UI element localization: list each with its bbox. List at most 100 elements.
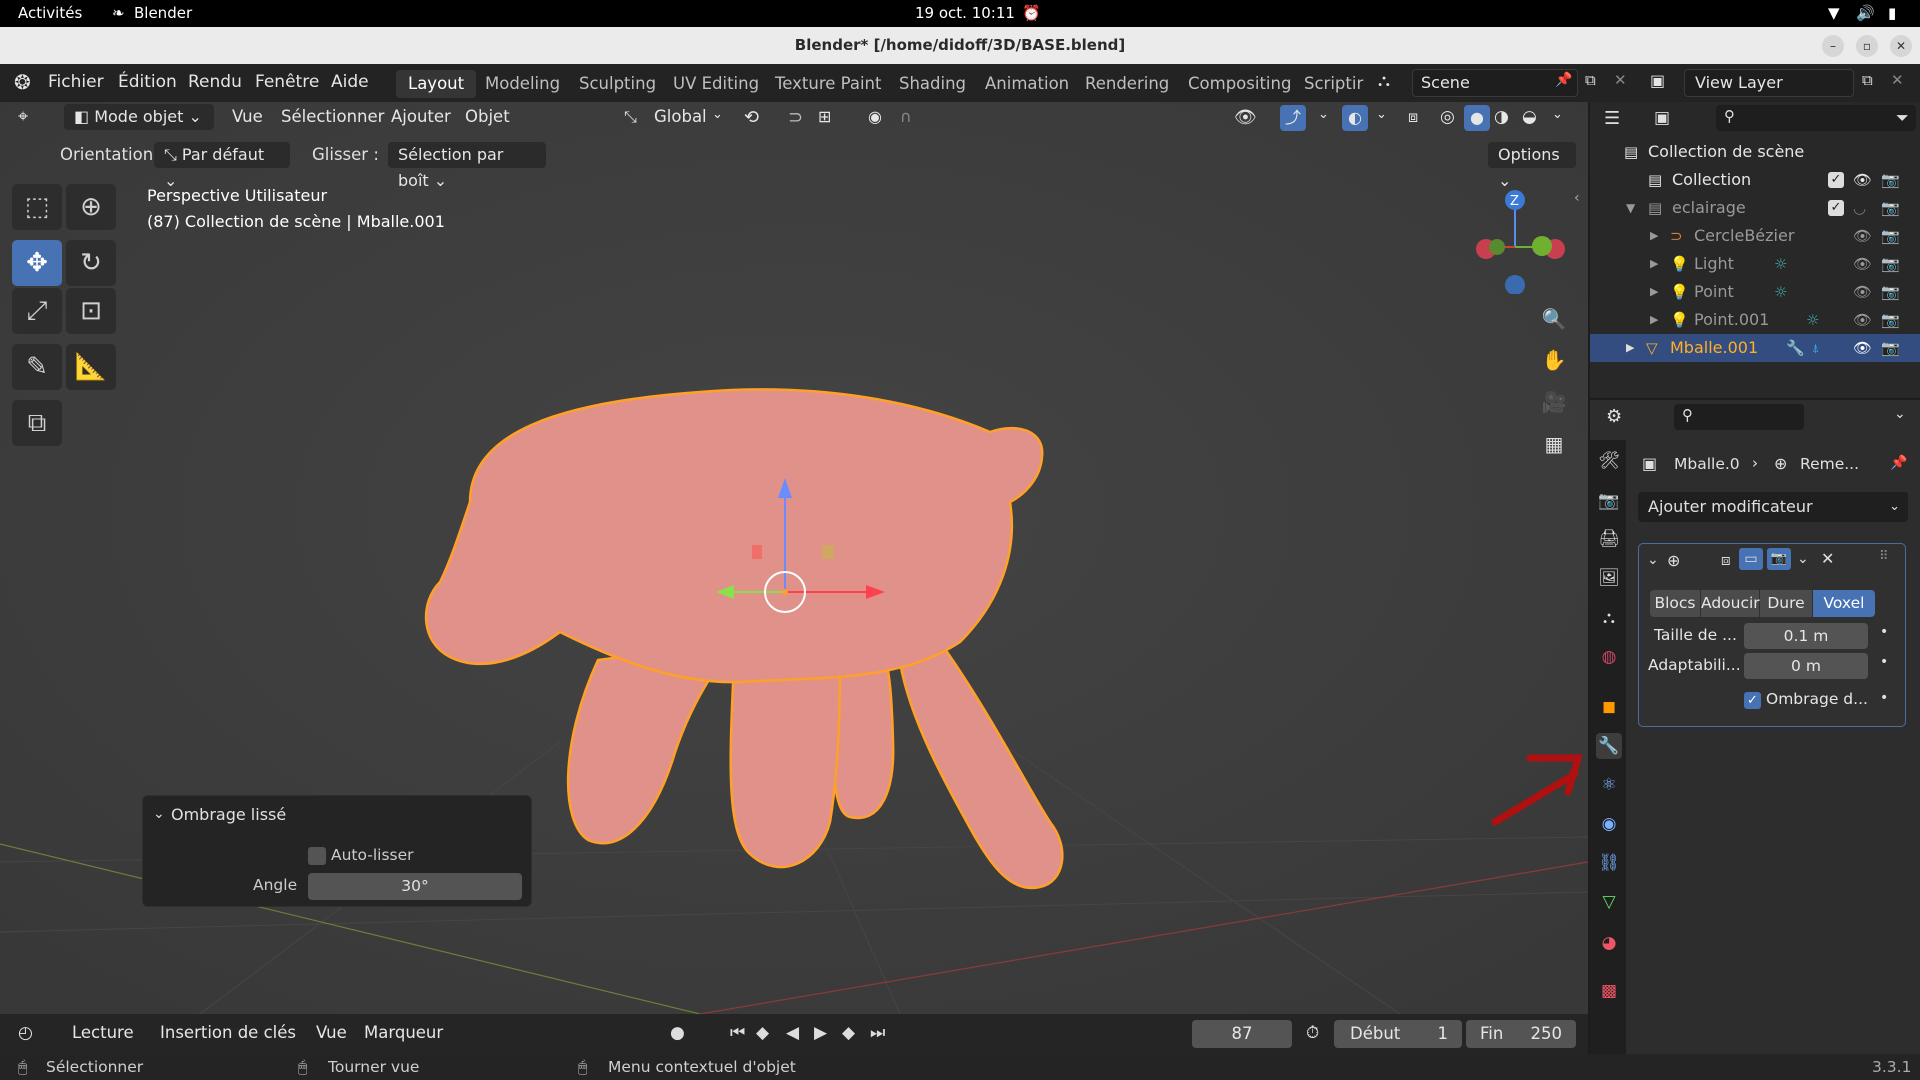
- pin-icon[interactable]: 📌: [1555, 72, 1572, 88]
- current-frame-field[interactable]: 87: [1192, 1020, 1292, 1048]
- outliner-row-point[interactable]: ▶ 💡 Point ☼ 👁 📷: [1590, 278, 1920, 306]
- tab-scripting[interactable]: Scriptir: [1292, 70, 1375, 98]
- gizmo-toggle-icon[interactable]: ⤴: [1280, 105, 1306, 131]
- transform-orientation-dropdown[interactable]: Global: [654, 107, 707, 126]
- zoom-icon[interactable]: 🔍: [1536, 301, 1572, 337]
- menu-fenetre[interactable]: Fenêtre: [255, 72, 319, 92]
- falloff-icon[interactable]: ∩: [900, 107, 912, 126]
- jump-end-icon[interactable]: ⏭: [870, 1023, 885, 1043]
- texture-tab-icon[interactable]: ▩: [1596, 978, 1622, 1004]
- mode-dropdown[interactable]: ◧ Mode objet ⌄: [64, 104, 214, 130]
- mode-voxel-button[interactable]: Voxel: [1813, 590, 1875, 617]
- chevron-down-icon[interactable]: ⌄: [712, 107, 723, 122]
- snap-target-icon[interactable]: ⊞: [818, 107, 831, 126]
- annotate-icon[interactable]: ✎: [12, 344, 62, 390]
- move-icon[interactable]: ✥: [12, 240, 62, 286]
- select-box-icon[interactable]: ⬚: [12, 184, 62, 230]
- solid-shading-icon[interactable]: ●: [1464, 105, 1490, 131]
- add-cube-icon[interactable]: ⧉: [12, 400, 62, 446]
- playback-menu[interactable]: Lecture: [72, 1023, 134, 1042]
- display-mode-icon[interactable]: ▣: [1654, 108, 1670, 128]
- adaptivity-field[interactable]: 0 m: [1744, 653, 1868, 679]
- blender-logo-icon[interactable]: ❂: [14, 70, 31, 94]
- chevron-down-icon[interactable]: ⌄: [1647, 552, 1659, 568]
- overlay-toggle-icon[interactable]: ◐: [1342, 105, 1368, 131]
- camera-render-icon[interactable]: 📷: [1881, 334, 1900, 362]
- chevron-down-icon[interactable]: ⌄: [1797, 551, 1809, 567]
- menu-fichier[interactable]: Fichier: [48, 72, 104, 92]
- start-frame-field[interactable]: Début 1: [1334, 1020, 1462, 1048]
- mode-adoucir-button[interactable]: Adoucir: [1701, 590, 1760, 617]
- jump-start-icon[interactable]: ⏮: [730, 1023, 745, 1043]
- new-view-layer-icon[interactable]: ⧉: [1862, 71, 1873, 89]
- close-window-button[interactable]: ✕: [1890, 35, 1912, 57]
- clock[interactable]: 19 oct. 10:11: [915, 4, 1015, 22]
- tab-sculpting[interactable]: Sculpting: [567, 70, 668, 98]
- rendered-shading-icon[interactable]: ◒: [1522, 107, 1537, 127]
- pivot-point-icon[interactable]: ⟲: [744, 107, 759, 128]
- tab-shading[interactable]: Shading: [887, 70, 978, 98]
- outliner-row-eclairage[interactable]: ▼ ▤ eclairage ✓ ◡ 📷: [1590, 194, 1920, 222]
- voxel-size-field[interactable]: 0.1 m: [1744, 623, 1868, 649]
- tab-compositing[interactable]: Compositing: [1176, 70, 1303, 98]
- menu-selectionner[interactable]: Sélectionner: [281, 107, 384, 126]
- tool-tab-icon[interactable]: 🛠: [1596, 448, 1622, 474]
- timeline-view-menu[interactable]: Vue: [316, 1023, 347, 1042]
- app-menu[interactable]: Blender: [134, 4, 192, 22]
- modifier-tab-icon[interactable]: 🔧: [1596, 733, 1622, 759]
- outliner-row-point-001[interactable]: ▶ 💡 Point.001 ☼ 👁 📷: [1590, 306, 1920, 334]
- menu-objet[interactable]: Objet: [465, 107, 510, 126]
- tab-rendering[interactable]: Rendering: [1073, 70, 1181, 98]
- scale-icon[interactable]: ⤢: [12, 288, 62, 334]
- menu-edition[interactable]: Édition: [118, 72, 177, 92]
- outliner-row-mballe-001[interactable]: ▶ ▽ Mballe.001 🔧 ⍋ 👁 📷: [1590, 334, 1920, 362]
- mode-blocs-button[interactable]: Blocs: [1650, 590, 1700, 617]
- tab-modeling[interactable]: Modeling: [473, 70, 572, 98]
- view-layer-field[interactable]: View Layer: [1684, 69, 1854, 97]
- maximize-button[interactable]: ▫: [1856, 35, 1878, 57]
- keyframe-dot-icon[interactable]: •: [1880, 624, 1888, 640]
- drag-handle-icon[interactable]: ⠿: [1879, 549, 1889, 564]
- properties-editor-icon[interactable]: ⚙: [1606, 406, 1622, 427]
- chevron-down-icon[interactable]: ⌄: [1318, 107, 1329, 122]
- object-tab-icon[interactable]: ◼: [1596, 694, 1622, 720]
- tab-layout[interactable]: Layout: [396, 70, 477, 98]
- exclude-checkbox[interactable]: ✓: [1828, 172, 1844, 188]
- scene-field[interactable]: Scene: [1412, 69, 1578, 97]
- next-keyframe-icon[interactable]: ◆: [842, 1023, 855, 1043]
- render-tab-icon[interactable]: 📷: [1596, 488, 1622, 514]
- physics-tab-icon[interactable]: ◉: [1596, 811, 1622, 837]
- menu-ajouter[interactable]: Ajouter: [391, 107, 451, 126]
- navigation-gizmo[interactable]: Z: [1460, 184, 1570, 294]
- scene-selector-icon[interactable]: ⛬: [1378, 71, 1390, 91]
- activities-button[interactable]: Activités: [18, 4, 82, 22]
- camera-render-icon[interactable]: 📷: [1881, 194, 1900, 222]
- edit-mode-toggle-icon[interactable]: ⧈: [1721, 551, 1731, 569]
- battery-icon[interactable]: ▮: [1888, 4, 1896, 22]
- rotate-icon[interactable]: ↻: [66, 240, 116, 286]
- prev-keyframe-icon[interactable]: ◆: [756, 1023, 769, 1043]
- outliner-row-cerclebezier[interactable]: ▶ ⊃ CercleBézier 👁 📷: [1590, 222, 1920, 250]
- add-modifier-dropdown[interactable]: Ajouter modificateur ⌄: [1638, 492, 1908, 522]
- keyframe-dot-icon[interactable]: •: [1880, 654, 1888, 670]
- editor-type-icon[interactable]: ⌖: [18, 106, 28, 127]
- tab-uv-editing[interactable]: UV Editing: [661, 70, 771, 98]
- angle-field[interactable]: 30°: [308, 873, 522, 900]
- scene-tab-icon[interactable]: ⛬: [1596, 605, 1622, 631]
- view-layer-icon[interactable]: ▣: [1650, 71, 1665, 90]
- eye-icon[interactable]: 👁: [1853, 222, 1872, 250]
- cursor-icon[interactable]: ⊕: [66, 184, 116, 230]
- close-icon[interactable]: ✕: [1821, 549, 1834, 568]
- delete-view-layer-icon[interactable]: ✕: [1891, 71, 1904, 89]
- chevron-right-icon[interactable]: ▶: [1650, 250, 1658, 278]
- filter-icon[interactable]: ⏷: [1896, 108, 1909, 128]
- camera-render-icon[interactable]: 📷: [1881, 278, 1900, 306]
- menu-aide[interactable]: Aide: [331, 72, 369, 92]
- new-scene-icon[interactable]: ⧉: [1585, 71, 1596, 89]
- tab-animation[interactable]: Animation: [973, 70, 1081, 98]
- delete-scene-icon[interactable]: ✕: [1614, 71, 1627, 89]
- menu-vue[interactable]: Vue: [232, 107, 263, 126]
- menu-rendu[interactable]: Rendu: [188, 72, 242, 92]
- camera-render-icon[interactable]: 📷: [1881, 250, 1900, 278]
- chevron-down-icon[interactable]: ⌄: [1376, 107, 1387, 122]
